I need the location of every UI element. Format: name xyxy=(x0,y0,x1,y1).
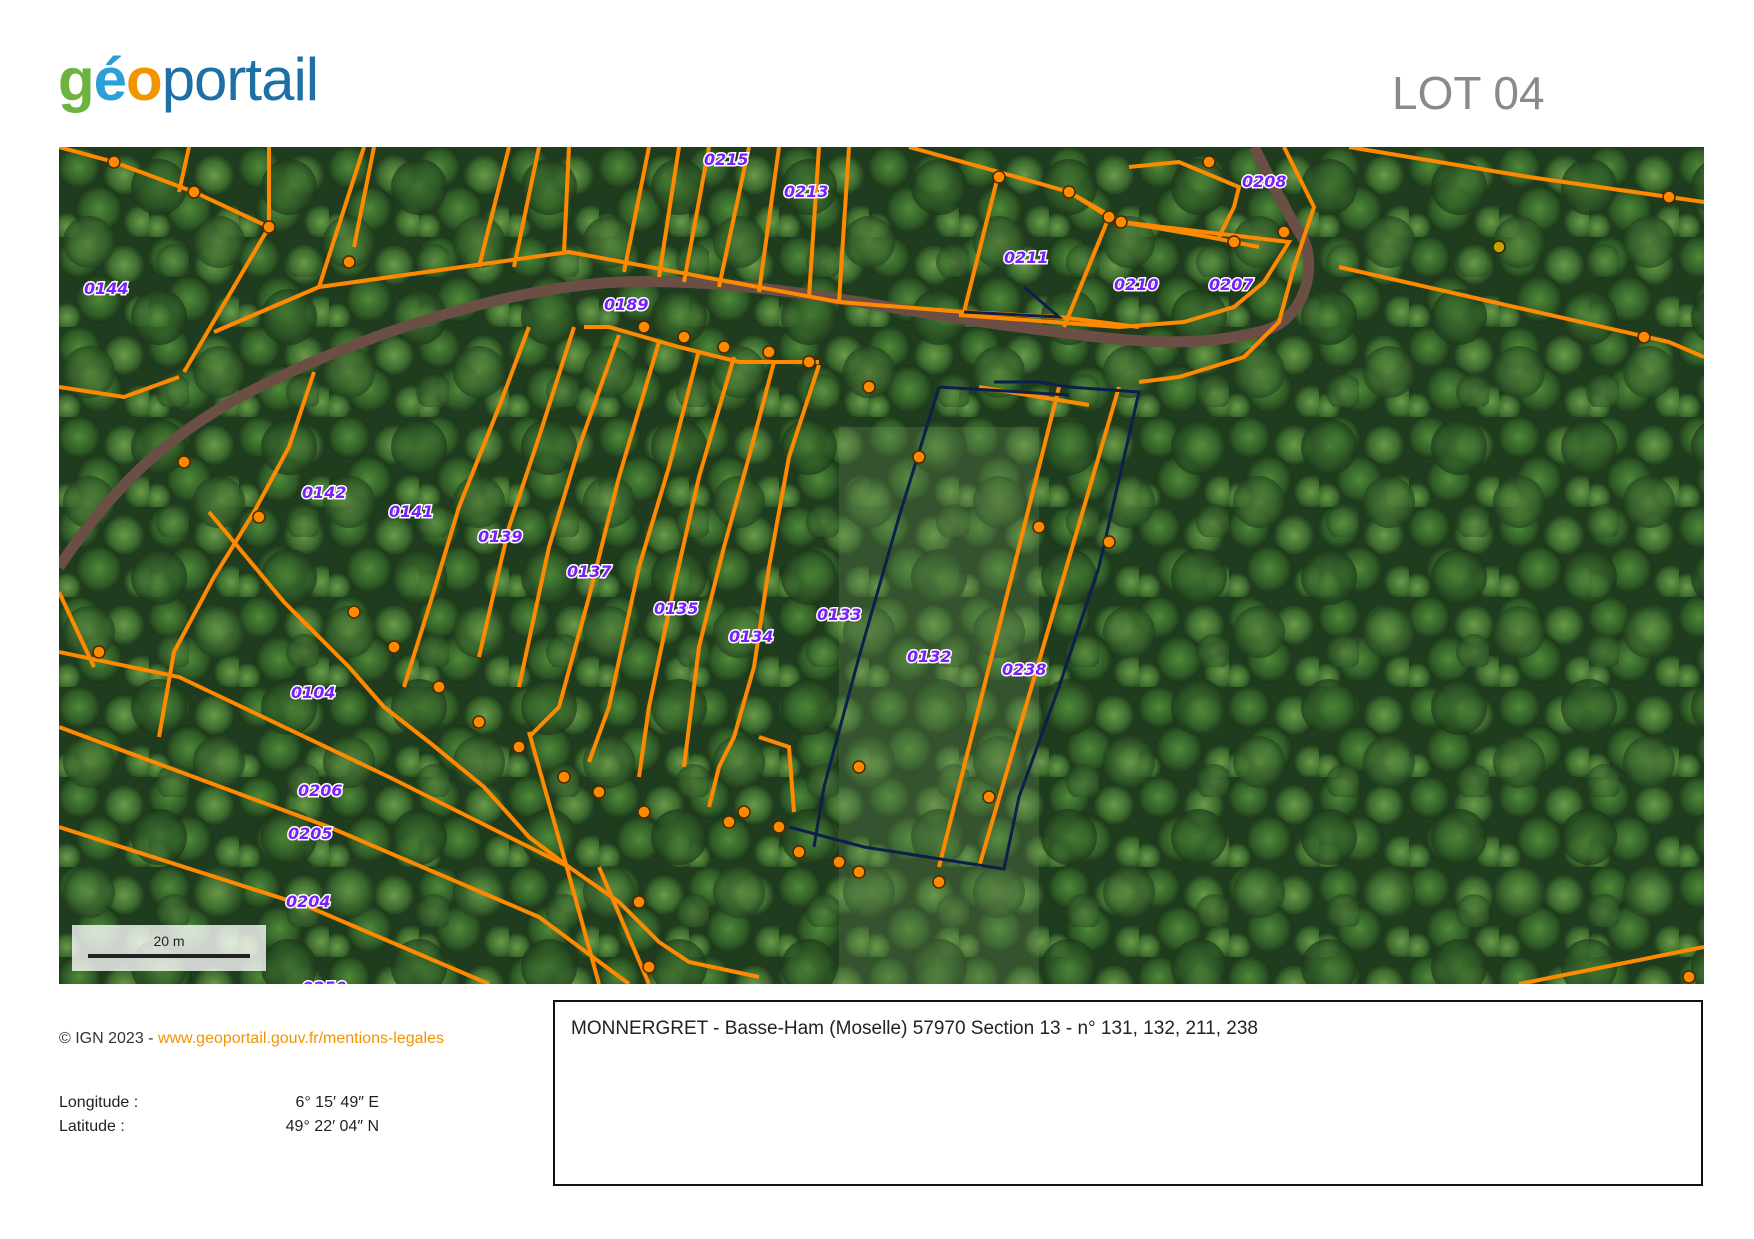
longitude-value: 6° 15′ 49″ E xyxy=(295,1094,379,1111)
cadastral-map[interactable]: 0215 0213 0208 0211 0210 0207 0144 0189 … xyxy=(59,147,1704,984)
parcel-label: 0142 xyxy=(302,483,347,502)
parcel-label: 0210 xyxy=(1114,275,1159,294)
geoportail-logo: géoportail xyxy=(58,46,319,113)
parcel-label: 0132 xyxy=(907,647,952,666)
latitude-row: Latitude : 49° 22′ 04″ N xyxy=(59,1118,379,1142)
copyright: © IGN 2023 - www.geoportail.gouv.fr/ment… xyxy=(59,1030,444,1048)
parcel-label: 0189 xyxy=(604,295,649,314)
parcel-label: 0104 xyxy=(291,683,336,702)
parcel-description: MONNERGRET - Basse-Ham (Moselle) 57970 S… xyxy=(571,1018,1258,1039)
parcel-label: 0213 xyxy=(784,182,829,201)
clearing-area xyxy=(839,427,1039,984)
parcel-label: 0206 xyxy=(298,781,343,800)
scale-bar xyxy=(88,954,250,958)
copyright-text: © IGN 2023 - xyxy=(59,1030,158,1047)
parcel-label: 0238 xyxy=(1002,660,1047,679)
parcel-label: 0134 xyxy=(729,627,774,646)
parcel-label: 0139 xyxy=(478,527,523,546)
survey-point xyxy=(1492,240,1506,254)
latitude-label: Latitude : xyxy=(59,1118,125,1135)
parcel-label: 0250 xyxy=(302,978,347,984)
parcel-info-box: MONNERGRET - Basse-Ham (Moselle) 57970 S… xyxy=(553,1000,1703,1186)
parcel-label: 0137 xyxy=(567,562,612,581)
parcel-label: 0205 xyxy=(288,824,333,843)
parcel-label: 0133 xyxy=(817,605,862,624)
map-canvas: 0215 0213 0208 0211 0210 0207 0144 0189 … xyxy=(59,147,1704,984)
scale-bar-box: 20 m xyxy=(72,925,266,971)
parcel-label: 0204 xyxy=(286,892,331,911)
parcel-label: 0207 xyxy=(1209,275,1254,294)
legal-mentions-link[interactable]: www.geoportail.gouv.fr/mentions-legales xyxy=(158,1030,444,1047)
parcel-label: 0211 xyxy=(1004,248,1049,267)
longitude-row: Longitude : 6° 15′ 49″ E xyxy=(59,1094,379,1118)
parcel-label: 0135 xyxy=(654,599,699,618)
parcel-label: 0208 xyxy=(1242,172,1287,191)
lot-title: LOT 04 xyxy=(1392,67,1545,119)
longitude-label: Longitude : xyxy=(59,1094,139,1111)
scale-label: 20 m xyxy=(153,933,185,949)
parcel-label: 0141 xyxy=(389,502,434,521)
latitude-value: 49° 22′ 04″ N xyxy=(285,1118,379,1135)
coordinates: Longitude : 6° 15′ 49″ E Latitude : 49° … xyxy=(59,1094,379,1142)
parcel-label: 0215 xyxy=(704,150,749,169)
parcel-label: 0144 xyxy=(84,279,129,298)
